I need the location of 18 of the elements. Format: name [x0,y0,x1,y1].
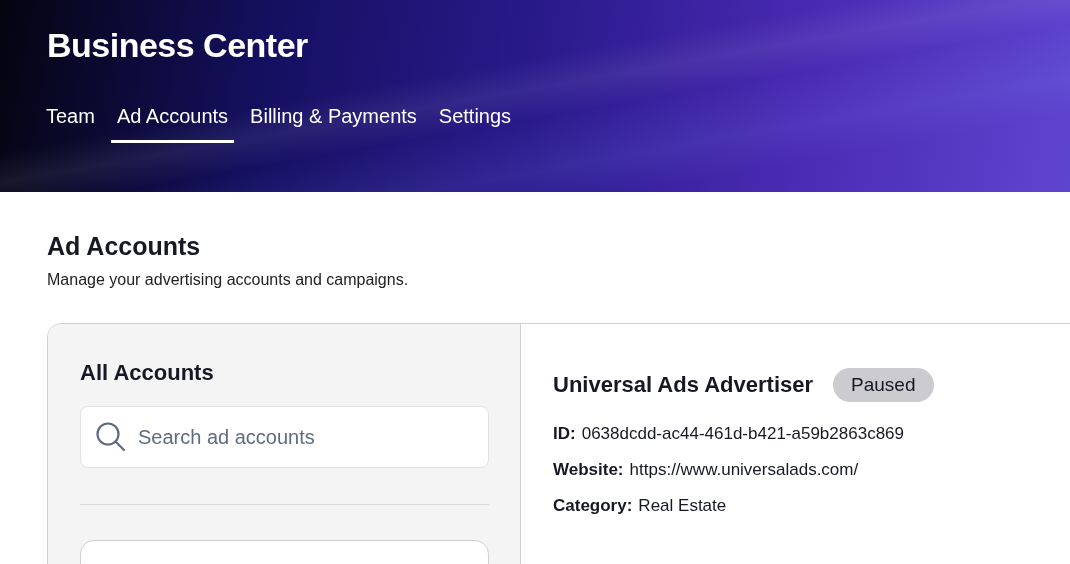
nav-tab[interactable]: Billing & Payments [244,95,423,143]
page-title: Ad Accounts [47,232,202,261]
detail-label: Category: [553,496,633,516]
nav-tab[interactable]: Ad Accounts [110,95,235,143]
status-badge: Paused [833,368,934,402]
page-subtitle: Manage your advertising accounts and campaigns. [47,271,410,289]
search-icon [95,421,127,453]
detail-value: https://www.universalads.com/ [629,460,859,480]
app-title: Business Center [47,26,309,65]
detail-label: ID: [553,424,576,444]
nav-tab[interactable]: Team [40,95,101,143]
account-name: Universal Ads Advertiser [553,372,814,398]
detail-label: Website: [553,460,624,480]
detail-value: 0638dcdd-ac44-461d-b421-a59b2863c869 [581,424,904,444]
search-field[interactable]: Search ad accounts [80,406,489,468]
nav-tab[interactable]: Settings [432,95,518,143]
sidebar-title: All Accounts [80,360,215,386]
detail-value: Real Estate [638,496,727,516]
